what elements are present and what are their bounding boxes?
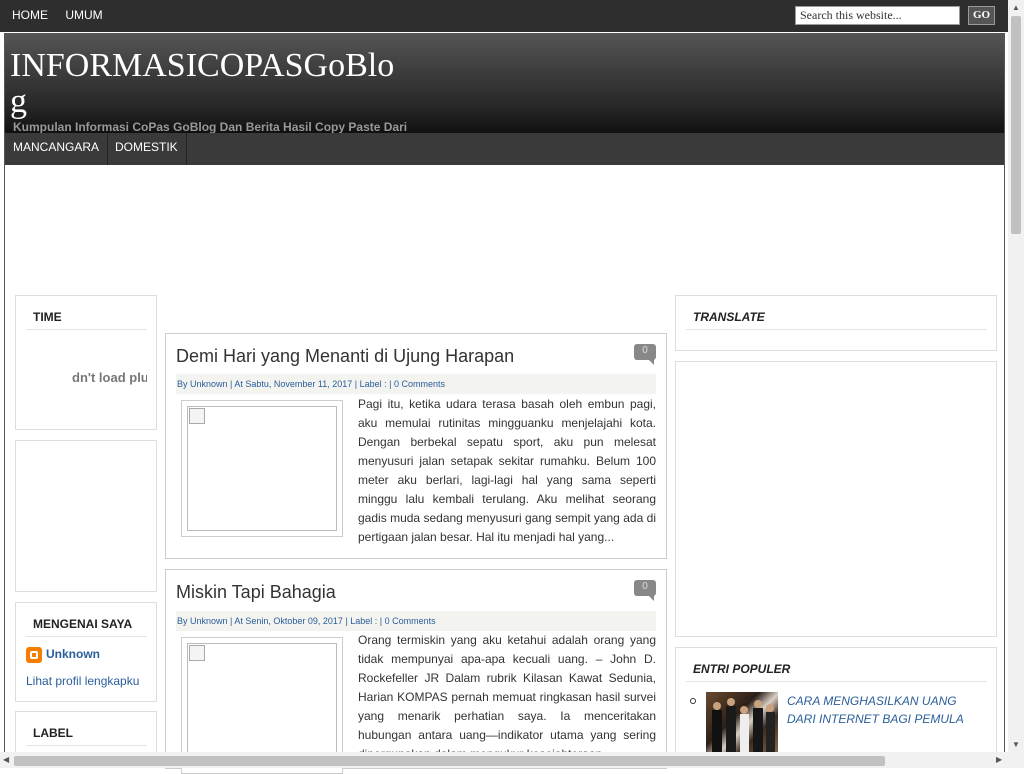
divider <box>26 636 147 637</box>
about-profile-name[interactable]: Unknown <box>46 647 100 661</box>
top-nav-bar: HOME UMUM Search this website... GO <box>0 0 1024 32</box>
list-bullet-icon <box>690 698 696 704</box>
scroll-down-icon[interactable]: ▼ <box>1012 740 1020 749</box>
nav-mancangara-link[interactable]: MANCANGARA <box>5 133 109 165</box>
scroll-left-icon[interactable]: ◀ <box>3 755 9 764</box>
view-full-profile-link[interactable]: Lihat profil lengkapku <box>26 674 148 688</box>
popular-post-thumbnail[interactable] <box>706 692 778 754</box>
divider <box>26 329 147 330</box>
time-widget-title: TIME <box>33 310 62 324</box>
post-meta: By Unknown | At Sabtu, November 11, 2017… <box>176 374 656 394</box>
blogger-icon <box>26 647 42 663</box>
divider <box>686 329 987 330</box>
nav-home-link[interactable]: HOME <box>12 8 48 22</box>
empty-widget <box>15 440 157 592</box>
post-thumbnail-image[interactable] <box>187 406 337 531</box>
broken-image-icon <box>189 408 205 424</box>
scroll-up-icon[interactable]: ▲ <box>1012 3 1020 12</box>
post-title[interactable]: Demi Hari yang Menanti di Ujung Harapan <box>176 346 514 367</box>
label-widget-title: LABEL <box>33 726 73 740</box>
category-nav: MANCANGARA DOMESTIK <box>5 133 1004 165</box>
divider <box>686 681 987 682</box>
popular-posts-title: ENTRI POPULER <box>693 662 791 676</box>
scroll-right-icon[interactable]: ▶ <box>996 755 1002 764</box>
nav-umum-link[interactable]: UMUM <box>65 8 102 22</box>
search-input[interactable]: Search this website... <box>795 6 960 25</box>
page-frame-left <box>4 33 5 768</box>
popular-post-link[interactable]: CARA MENGHASILKAN UANG DARI INTERNET BAG… <box>787 692 977 728</box>
plugin-error-text: dn't load plu <box>72 370 147 385</box>
top-menu: HOME UMUM <box>12 8 117 22</box>
horizontal-scrollbar-thumb[interactable] <box>14 756 885 766</box>
post-thumbnail-image[interactable] <box>187 643 337 768</box>
page-frame-right <box>1004 33 1005 768</box>
post-title[interactable]: Miskin Tapi Bahagia <box>176 582 336 603</box>
site-tagline: Kumpulan Informasi CoPas GoBlog Dan Beri… <box>13 120 408 134</box>
vertical-scrollbar-thumb[interactable] <box>1011 16 1021 234</box>
comment-count-icon[interactable]: 0 <box>634 344 656 365</box>
empty-widget <box>675 361 997 637</box>
comment-count-icon[interactable]: 0 <box>634 580 656 601</box>
nav-domestik-link[interactable]: DOMESTIK <box>107 133 187 165</box>
post-excerpt: Pagi itu, ketika udara terasa basah oleh… <box>358 397 656 544</box>
post-excerpt: Orang termiskin yang aku ketahui adalah … <box>358 633 656 753</box>
divider <box>26 745 147 746</box>
post-meta: By Unknown | At Senin, Oktober 09, 2017 … <box>176 611 656 631</box>
translate-widget-title: TRANSLATE <box>693 310 765 324</box>
broken-image-icon <box>189 645 205 661</box>
about-widget-title: MENGENAI SAYA <box>33 617 133 631</box>
search-go-button[interactable]: GO <box>968 6 995 25</box>
site-title[interactable]: INFORMASICOPASGoBlog <box>10 48 410 120</box>
